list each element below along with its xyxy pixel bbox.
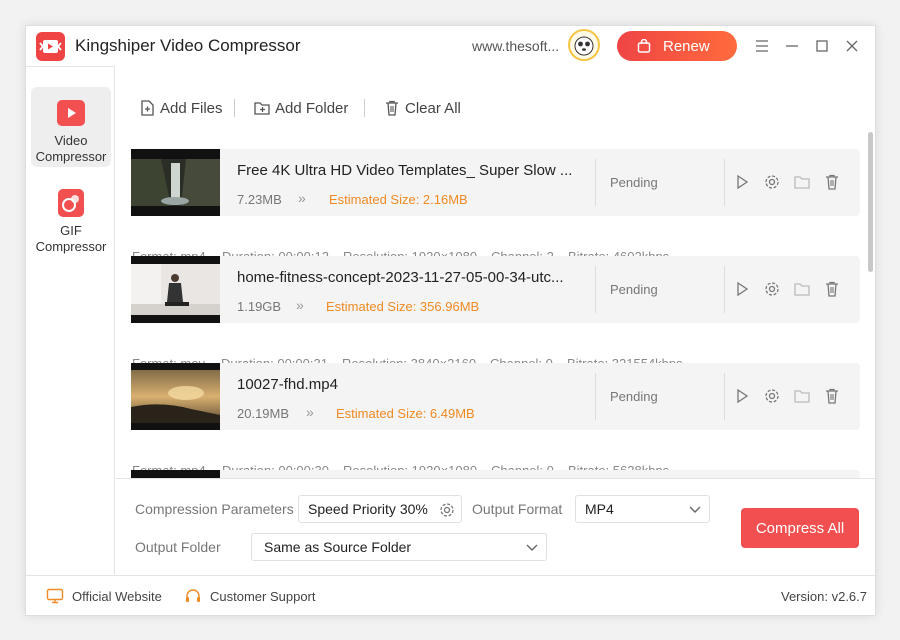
file-row[interactable]: home-fitness-concept-2023-11-27-05-00-34… xyxy=(131,256,860,323)
monitor-icon xyxy=(46,588,64,604)
compress-all-button[interactable]: Compress All xyxy=(741,508,859,548)
file-size: 7.23MB xyxy=(237,192,282,207)
estimated-size: Estimated Size: 6.49MB xyxy=(336,406,475,421)
official-website-label: Official Website xyxy=(72,588,162,604)
sidebar-item-gif-compressor[interactable]: GIF Compressor xyxy=(31,177,111,257)
play-icon[interactable] xyxy=(733,173,751,191)
sidebar: Video Compressor GIF Compressor xyxy=(26,66,115,574)
file-name: Free 4K Ultra HD Video Templates_ Super … xyxy=(237,162,573,179)
sidebar-item-label: GIF Compressor xyxy=(31,223,111,255)
divider xyxy=(595,159,596,206)
divider xyxy=(724,159,725,206)
trash-icon xyxy=(386,100,398,116)
toolbar-divider xyxy=(364,99,365,117)
output-format-label: Output Format xyxy=(472,501,563,517)
file-size: 20.19MB xyxy=(237,406,290,421)
output-format-select[interactable]: MP4 xyxy=(575,495,710,523)
renew-label: Renew xyxy=(663,37,710,55)
add-folder-icon xyxy=(254,102,270,115)
output-format-value: MP4 xyxy=(585,501,614,517)
add-file-icon xyxy=(141,100,154,116)
divider xyxy=(595,266,596,313)
official-website-link[interactable]: Official Website xyxy=(46,588,162,604)
sidebar-label-line: Compressor xyxy=(35,149,107,164)
video-play-icon xyxy=(56,99,86,127)
customer-support-label: Customer Support xyxy=(210,588,316,604)
mascot-icon[interactable] xyxy=(568,29,600,61)
settings-panel: Compression Parameters Speed Priority 30… xyxy=(116,478,877,574)
clear-all-label: Clear All xyxy=(405,99,461,117)
clear-all-button[interactable]: Clear All xyxy=(383,96,461,120)
play-icon[interactable] xyxy=(733,280,751,298)
sidebar-item-label: Video Compressor xyxy=(31,133,111,165)
settings-gear-icon[interactable] xyxy=(763,387,781,405)
customer-support-link[interactable]: Customer Support xyxy=(184,588,316,604)
settings-gear-icon[interactable] xyxy=(438,501,456,519)
file-row[interactable]: 10027-fhd.mp4 20.19MB » Estimated Size: … xyxy=(131,363,860,430)
status-text: Pending xyxy=(610,389,658,404)
divider xyxy=(724,266,725,313)
chevron-down-icon xyxy=(526,544,538,551)
video-thumbnail xyxy=(131,149,220,216)
headset-icon xyxy=(186,589,200,602)
video-thumbnail xyxy=(131,256,220,323)
file-name: 10027-fhd.mp4 xyxy=(237,376,338,393)
file-name: home-fitness-concept-2023-11-27-05-00-34… xyxy=(237,269,564,286)
divider xyxy=(724,373,725,420)
arrow-right-icon: » xyxy=(306,404,314,420)
status-text: Pending xyxy=(610,282,658,297)
arrow-right-icon: » xyxy=(298,190,306,206)
arrow-right-icon: » xyxy=(296,297,304,313)
gif-icon xyxy=(56,189,86,217)
output-folder-value: Same as Source Folder xyxy=(264,539,412,555)
delete-icon[interactable] xyxy=(823,280,841,298)
chevron-down-icon xyxy=(689,506,701,513)
add-folder-label: Add Folder xyxy=(275,99,349,117)
estimated-size: Estimated Size: 2.16MB xyxy=(329,192,468,207)
add-files-label: Add Files xyxy=(160,99,223,117)
minimize-icon[interactable] xyxy=(783,37,801,55)
renew-button[interactable]: Renew xyxy=(617,31,737,61)
compression-params-select[interactable]: Speed Priority 30% xyxy=(298,495,462,523)
close-icon[interactable] xyxy=(843,37,861,55)
settings-gear-icon[interactable] xyxy=(763,173,781,191)
sidebar-item-video-compressor[interactable]: Video Compressor xyxy=(31,87,111,167)
output-folder-select[interactable]: Same as Source Folder xyxy=(251,533,547,561)
toolbar-divider xyxy=(234,99,235,117)
maximize-icon[interactable] xyxy=(813,37,831,55)
play-icon[interactable] xyxy=(733,387,751,405)
file-size: 1.19GB xyxy=(237,299,282,314)
add-files-button[interactable]: Add Files xyxy=(138,96,223,120)
video-thumbnail xyxy=(131,363,220,430)
output-folder-label: Output Folder xyxy=(135,539,221,555)
status-text: Pending xyxy=(610,175,658,190)
list-scrollbar[interactable] xyxy=(868,132,873,272)
add-folder-button[interactable]: Add Folder xyxy=(253,96,348,120)
shopping-bag-icon xyxy=(637,38,651,57)
folder-icon[interactable] xyxy=(793,280,811,298)
folder-icon[interactable] xyxy=(793,173,811,191)
delete-icon[interactable] xyxy=(823,387,841,405)
website-banner[interactable]: www.thesoft... xyxy=(472,38,559,54)
app-logo-icon xyxy=(36,32,65,61)
app-title: Kingshiper Video Compressor xyxy=(75,36,301,55)
folder-icon[interactable] xyxy=(793,387,811,405)
sidebar-label-line: GIF xyxy=(60,223,82,238)
sidebar-label-line: Compressor xyxy=(35,239,107,254)
title-bar: Kingshiper Video Compressor www.thesoft.… xyxy=(26,26,875,66)
version-text: Version: v2.6.7 xyxy=(781,589,867,604)
menu-icon[interactable] xyxy=(753,37,771,55)
settings-gear-icon[interactable] xyxy=(763,280,781,298)
compression-params-label: Compression Parameters xyxy=(135,501,294,517)
divider xyxy=(595,373,596,420)
file-list: Free 4K Ultra HD Video Templates_ Super … xyxy=(131,149,865,479)
sidebar-label-line: Video xyxy=(54,133,88,148)
delete-icon[interactable] xyxy=(823,173,841,191)
compression-params-value: Speed Priority 30% xyxy=(308,501,428,517)
app-window: Kingshiper Video Compressor www.thesoft.… xyxy=(25,25,877,616)
footer: Official Website Customer Support Versio… xyxy=(26,575,875,615)
file-row[interactable]: Free 4K Ultra HD Video Templates_ Super … xyxy=(131,149,860,216)
estimated-size: Estimated Size: 356.96MB xyxy=(326,299,480,314)
